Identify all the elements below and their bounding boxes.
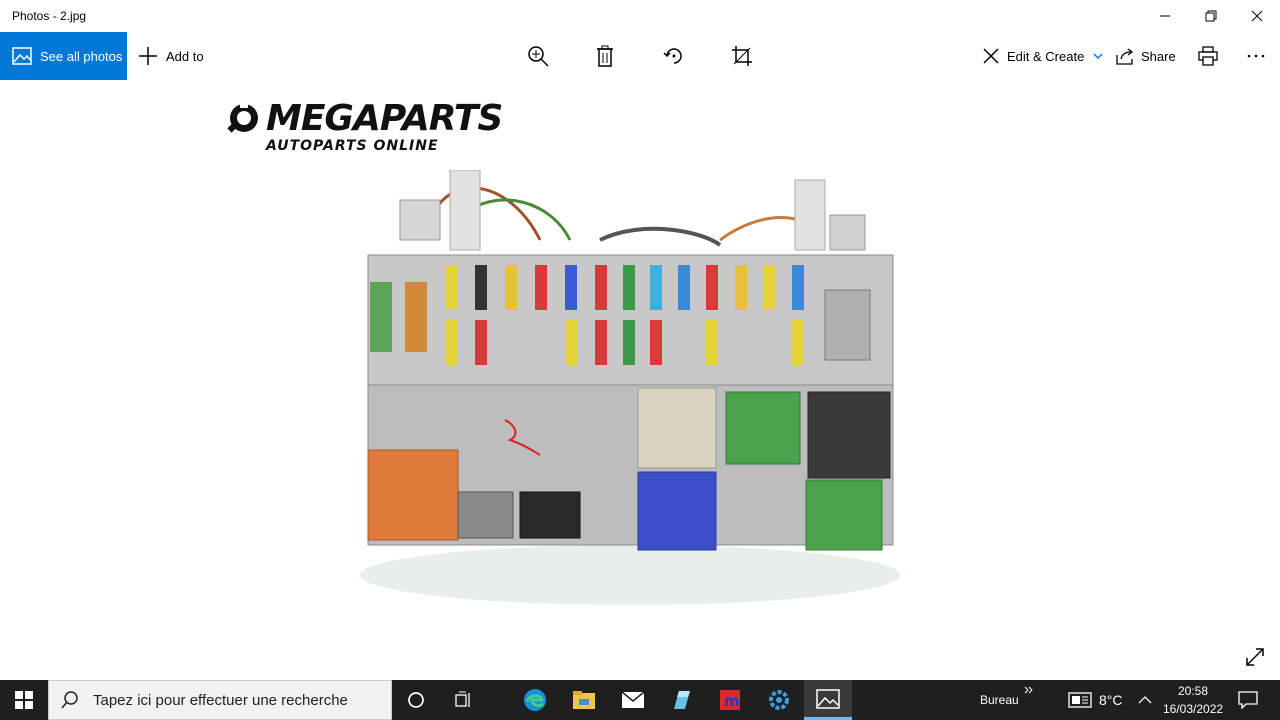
add-to-label: Add to — [166, 48, 204, 64]
media-app-icon: m — [720, 690, 740, 710]
notifications-icon[interactable] — [1238, 691, 1258, 709]
add-to-button[interactable]: Add to — [138, 32, 204, 80]
settings-app-icon — [769, 690, 789, 710]
logo-sub-text: AUTOPARTS ONLINE — [266, 138, 439, 154]
task-view-icon — [455, 691, 470, 707]
crop-icon — [732, 46, 752, 66]
clock-time[interactable]: 20:58 — [1178, 684, 1208, 698]
app-button[interactable] — [657, 680, 705, 720]
crop-button[interactable] — [722, 32, 762, 80]
svg-text:m: m — [724, 692, 740, 710]
minimize-button[interactable] — [1142, 0, 1188, 32]
task-view-button[interactable] — [440, 680, 488, 720]
edge-icon — [524, 689, 546, 711]
close-button[interactable] — [1234, 0, 1280, 32]
mail-button[interactable] — [609, 680, 657, 720]
app-icon — [674, 691, 690, 709]
desktop-toolbar-label[interactable]: Bureau — [980, 693, 1019, 707]
settings-app-button[interactable] — [755, 680, 803, 720]
clock-date[interactable]: 16/03/2022 — [1163, 702, 1223, 716]
mail-icon — [621, 691, 645, 708]
rotate-icon — [663, 48, 682, 64]
search-icon — [61, 691, 78, 709]
see-all-photos-button[interactable]: See all photos — [0, 32, 127, 80]
delete-icon — [597, 45, 613, 67]
restore-button[interactable] — [1188, 0, 1234, 32]
see-all-photos-label: See all photos — [40, 48, 123, 64]
cortana-button[interactable] — [392, 680, 440, 720]
logo-main-text: MEGAPARTS — [266, 98, 503, 139]
minimize-icon — [1160, 15, 1170, 17]
chevron-right-double-icon[interactable] — [1024, 686, 1034, 696]
zoom-button[interactable] — [518, 32, 558, 80]
restore-icon — [1205, 10, 1217, 22]
close-icon — [1251, 10, 1263, 22]
weather-temperature[interactable]: 8°C — [1099, 692, 1123, 708]
file-explorer-icon — [573, 691, 595, 709]
fullscreen-button[interactable] — [1240, 642, 1270, 672]
expand-icon — [1246, 648, 1264, 666]
megaparts-logo: MEGAPARTS AUTOPARTS ONLINE — [226, 98, 503, 158]
chevron-up-icon[interactable] — [1138, 695, 1152, 705]
edge-button[interactable] — [511, 680, 559, 720]
window-title: Photos - 2.jpg — [12, 9, 87, 23]
taskbar: Tapez ici pour effectuer une recherche m… — [0, 680, 1280, 720]
print-button[interactable] — [1188, 32, 1228, 80]
plus-icon — [139, 47, 157, 65]
search-placeholder: Tapez ici pour effectuer une recherche — [93, 691, 348, 709]
print-icon — [1198, 46, 1218, 66]
share-button[interactable]: Share — [1116, 32, 1176, 80]
photos-taskbar-button[interactable] — [804, 680, 852, 720]
photo-viewer[interactable]: MEGAPARTS AUTOPARTS ONLINE — [0, 80, 1280, 680]
more-button[interactable] — [1236, 32, 1276, 80]
delete-button[interactable] — [585, 32, 625, 80]
windows-icon — [15, 691, 33, 709]
weather-icon[interactable] — [1068, 691, 1092, 709]
title-bar: Photos - 2.jpg — [0, 0, 1280, 32]
edit-create-label: Edit & Create — [1007, 48, 1085, 64]
photos-icon — [816, 688, 840, 709]
taskbar-search[interactable]: Tapez ici pour effectuer une recherche — [48, 680, 392, 720]
file-explorer-button[interactable] — [560, 680, 608, 720]
chevron-down-icon — [1093, 53, 1103, 60]
cortana-icon — [408, 692, 424, 708]
toolbar: See all photos Add to Edit & Create Shar… — [0, 32, 1280, 80]
media-app-button[interactable]: m — [706, 680, 754, 720]
fuse-box-photo — [360, 170, 900, 605]
edit-create-button[interactable]: Edit & Create — [982, 32, 1104, 80]
edit-icon — [983, 48, 999, 64]
zoom-in-icon — [528, 46, 549, 67]
share-icon — [1116, 48, 1134, 65]
share-label: Share — [1141, 48, 1176, 64]
wrench-gear-icon — [227, 102, 258, 133]
photos-icon — [12, 47, 32, 65]
start-button[interactable] — [0, 680, 48, 720]
more-icon — [1247, 54, 1265, 58]
rotate-button[interactable] — [654, 32, 694, 80]
